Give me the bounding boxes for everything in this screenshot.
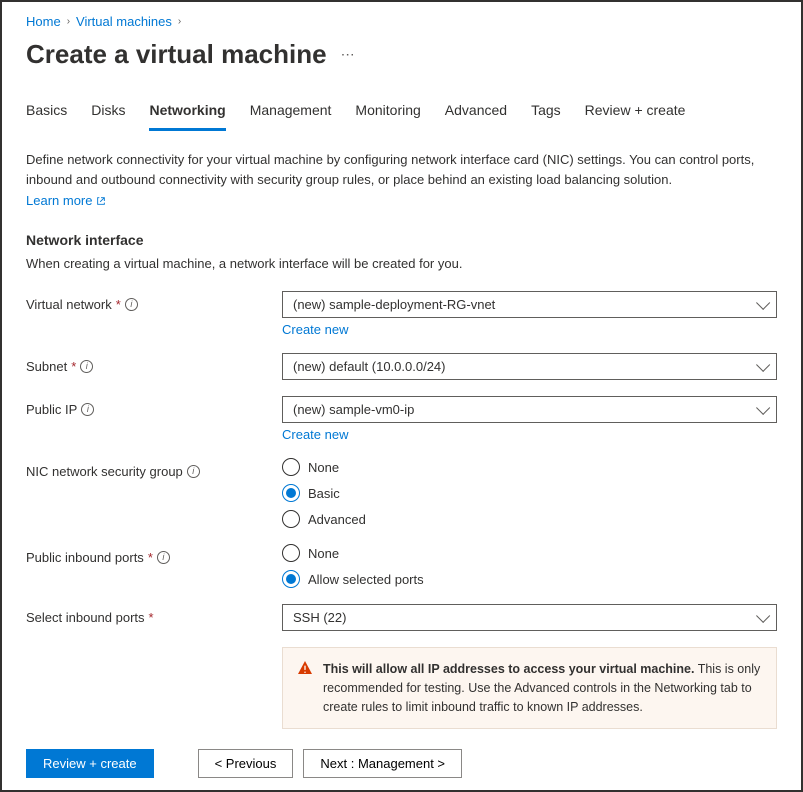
tab-advanced[interactable]: Advanced [445, 98, 507, 131]
row-inbound-ports: Public inbound ports * i None Allow sele… [26, 544, 777, 588]
radio-icon [282, 458, 300, 476]
create-new-public-ip-link[interactable]: Create new [282, 427, 348, 442]
row-nsg: NIC network security group i None Basic … [26, 458, 777, 528]
external-link-icon [96, 196, 106, 206]
warning-icon [297, 660, 313, 676]
create-new-vnet-link[interactable]: Create new [282, 322, 348, 337]
chevron-right-icon: › [178, 16, 181, 27]
tab-networking[interactable]: Networking [149, 98, 225, 131]
learn-more-link[interactable]: Learn more [26, 193, 106, 208]
radio-icon [282, 484, 300, 502]
radio-group-inbound: None Allow selected ports [282, 544, 777, 588]
label-inbound-ports: Public inbound ports * i [26, 544, 282, 565]
page-title-row: Create a virtual machine ⋯ [26, 39, 777, 70]
info-icon[interactable]: i [80, 360, 93, 373]
dropdown-virtual-network[interactable]: (new) sample-deployment-RG-vnet [282, 291, 777, 318]
radio-nsg-basic[interactable]: Basic [282, 484, 777, 502]
dropdown-subnet[interactable]: (new) default (10.0.0.0/24) [282, 353, 777, 380]
breadcrumb: Home › Virtual machines › [26, 14, 777, 29]
row-subnet: Subnet * i (new) default (10.0.0.0/24) [26, 353, 777, 380]
radio-icon [282, 570, 300, 588]
required-indicator: * [116, 297, 121, 312]
tab-basics[interactable]: Basics [26, 98, 67, 131]
label-nsg: NIC network security group i [26, 458, 282, 479]
radio-group-nsg: None Basic Advanced [282, 458, 777, 528]
tabs: Basics Disks Networking Management Monit… [26, 98, 777, 132]
review-create-button[interactable]: Review + create [26, 749, 154, 778]
radio-icon [282, 544, 300, 562]
previous-button[interactable]: < Previous [198, 749, 294, 778]
row-select-ports: Select inbound ports * SSH (22) [26, 604, 777, 631]
page-title: Create a virtual machine [26, 39, 327, 70]
label-select-ports: Select inbound ports * [26, 604, 282, 625]
info-icon[interactable]: i [125, 298, 138, 311]
radio-nsg-advanced[interactable]: Advanced [282, 510, 777, 528]
radio-inbound-none[interactable]: None [282, 544, 777, 562]
tab-tags[interactable]: Tags [531, 98, 561, 131]
label-public-ip: Public IP i [26, 396, 282, 417]
required-indicator: * [149, 610, 154, 625]
tab-monitoring[interactable]: Monitoring [355, 98, 420, 131]
breadcrumb-home[interactable]: Home [26, 14, 61, 29]
info-icon[interactable]: i [81, 403, 94, 416]
dropdown-select-ports[interactable]: SSH (22) [282, 604, 777, 631]
required-indicator: * [148, 550, 153, 565]
tab-description: Define network connectivity for your vir… [26, 150, 777, 189]
footer-buttons: Review + create < Previous Next : Manage… [26, 749, 777, 778]
row-public-ip: Public IP i (new) sample-vm0-ip Create n… [26, 396, 777, 442]
info-icon[interactable]: i [157, 551, 170, 564]
next-button[interactable]: Next : Management > [303, 749, 462, 778]
chevron-right-icon: › [67, 16, 70, 27]
row-virtual-network: Virtual network * i (new) sample-deploym… [26, 291, 777, 337]
learn-more-text: Learn more [26, 193, 92, 208]
warning-text: This will allow all IP addresses to acce… [323, 660, 762, 716]
tab-review[interactable]: Review + create [585, 98, 686, 131]
radio-inbound-allow[interactable]: Allow selected ports [282, 570, 777, 588]
section-heading: Network interface [26, 232, 777, 248]
tab-disks[interactable]: Disks [91, 98, 125, 131]
info-icon[interactable]: i [187, 465, 200, 478]
radio-nsg-none[interactable]: None [282, 458, 777, 476]
label-subnet: Subnet * i [26, 353, 282, 374]
section-subtext: When creating a virtual machine, a netwo… [26, 256, 777, 271]
tab-management[interactable]: Management [250, 98, 332, 131]
radio-icon [282, 510, 300, 528]
breadcrumb-vms[interactable]: Virtual machines [76, 14, 172, 29]
warning-box: This will allow all IP addresses to acce… [282, 647, 777, 729]
label-virtual-network: Virtual network * i [26, 291, 282, 312]
dropdown-public-ip[interactable]: (new) sample-vm0-ip [282, 396, 777, 423]
more-menu-icon[interactable]: ⋯ [341, 46, 355, 63]
required-indicator: * [71, 359, 76, 374]
